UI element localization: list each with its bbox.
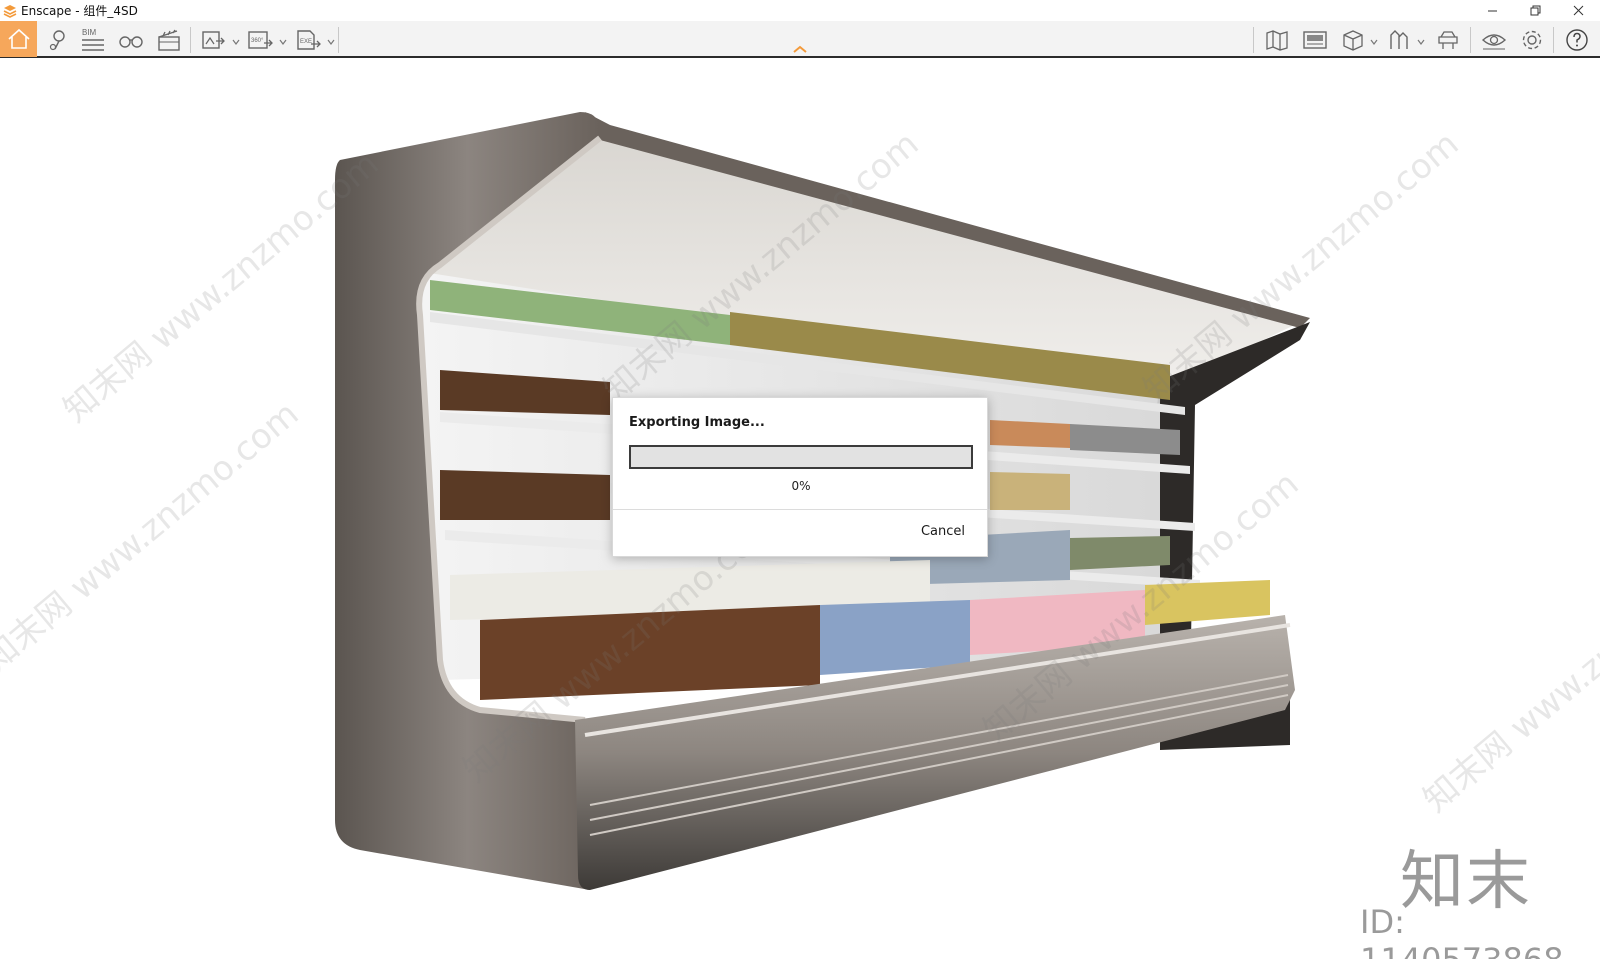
clapperboard-icon	[158, 29, 180, 51]
bim-icon: BIM	[82, 28, 104, 51]
export-progress-bar	[629, 445, 973, 469]
bim-label: BIM	[82, 28, 97, 37]
export-progress-dialog: Exporting Image... 0% Cancel	[612, 397, 988, 557]
home-icon	[7, 28, 30, 49]
binoculars-button[interactable]	[116, 23, 146, 57]
cancel-button[interactable]: Cancel	[921, 524, 965, 539]
settings-button[interactable]	[1517, 23, 1547, 57]
video-editor-button[interactable]	[154, 23, 184, 57]
map-button[interactable]	[1262, 23, 1292, 57]
video-editor-icon	[1303, 31, 1327, 49]
close-button[interactable]	[1557, 0, 1600, 21]
panorama-360-icon: 360°	[248, 31, 273, 49]
exe-export-button[interactable]: EXE	[293, 23, 323, 57]
cube-view-icon	[1343, 30, 1363, 51]
screenshot-export-button[interactable]	[198, 23, 228, 57]
toolbar-separator	[190, 27, 191, 53]
binoculars-icon	[119, 36, 143, 48]
chevron-down-icon	[327, 39, 335, 45]
window-title: Enscape - 组件_4SD	[21, 4, 138, 18]
panorama-button[interactable]: 360°	[245, 23, 275, 57]
toolbar-separator	[1553, 27, 1554, 53]
asset-library-button[interactable]	[1385, 23, 1415, 57]
exe-export-dropdown[interactable]	[327, 33, 335, 45]
chevron-down-icon	[232, 39, 240, 45]
exe-label: EXE	[300, 39, 312, 45]
toolbar-separator	[338, 27, 339, 53]
location-pin-icon	[49, 30, 65, 51]
screenshot-export-icon	[202, 31, 225, 49]
dialog-divider	[613, 509, 987, 510]
close-icon	[1573, 5, 1584, 16]
chevron-down-icon	[1370, 39, 1378, 45]
chevron-down-icon	[1417, 39, 1425, 45]
view-cube-button[interactable]	[1338, 23, 1368, 57]
enscape-window: Enscape - 组件_4SD BIM 360° EXE 知末网 www.zn…	[0, 0, 1600, 959]
settings-gear-icon	[1522, 30, 1542, 50]
minimize-button[interactable]	[1471, 0, 1514, 21]
visual-settings-eye-icon	[1481, 34, 1507, 50]
window-controls	[1471, 0, 1600, 21]
screenshot-export-dropdown[interactable]	[232, 33, 240, 45]
toolbar-collapse-chevron-up-icon[interactable]	[792, 44, 808, 54]
toolbar-separator	[1470, 27, 1471, 53]
collaborative-icon	[1438, 31, 1458, 49]
collaborative-button[interactable]	[1433, 23, 1463, 57]
restore-button[interactable]	[1514, 0, 1557, 21]
asset-library-icon	[1390, 30, 1408, 49]
enscape-logo-icon	[3, 4, 17, 18]
visual-settings-button[interactable]	[1479, 23, 1509, 57]
view-cube-dropdown[interactable]	[1370, 33, 1378, 45]
progress-percent: 0%	[791, 479, 811, 493]
chevron-down-icon	[279, 39, 287, 45]
home-button[interactable]	[0, 21, 37, 57]
location-button[interactable]	[42, 23, 72, 57]
image-id-label: ID: 1140573868	[1360, 903, 1564, 959]
dialog-title: Exporting Image...	[629, 415, 765, 430]
title-bar: Enscape - 组件_4SD	[0, 0, 1600, 21]
panorama-dropdown[interactable]	[279, 33, 287, 45]
toolbar-separator	[1253, 27, 1254, 53]
bim-button[interactable]: BIM	[78, 23, 108, 57]
help-button[interactable]	[1562, 23, 1592, 57]
panorama-label: 360°	[251, 38, 264, 44]
minimize-icon	[1488, 10, 1497, 12]
exe-export-icon: EXE	[297, 30, 321, 50]
map-icon	[1266, 30, 1288, 51]
asset-library-dropdown[interactable]	[1417, 33, 1425, 45]
restore-icon	[1530, 5, 1541, 16]
video-editor-timeline-button[interactable]	[1300, 23, 1330, 57]
help-icon	[1566, 29, 1588, 51]
